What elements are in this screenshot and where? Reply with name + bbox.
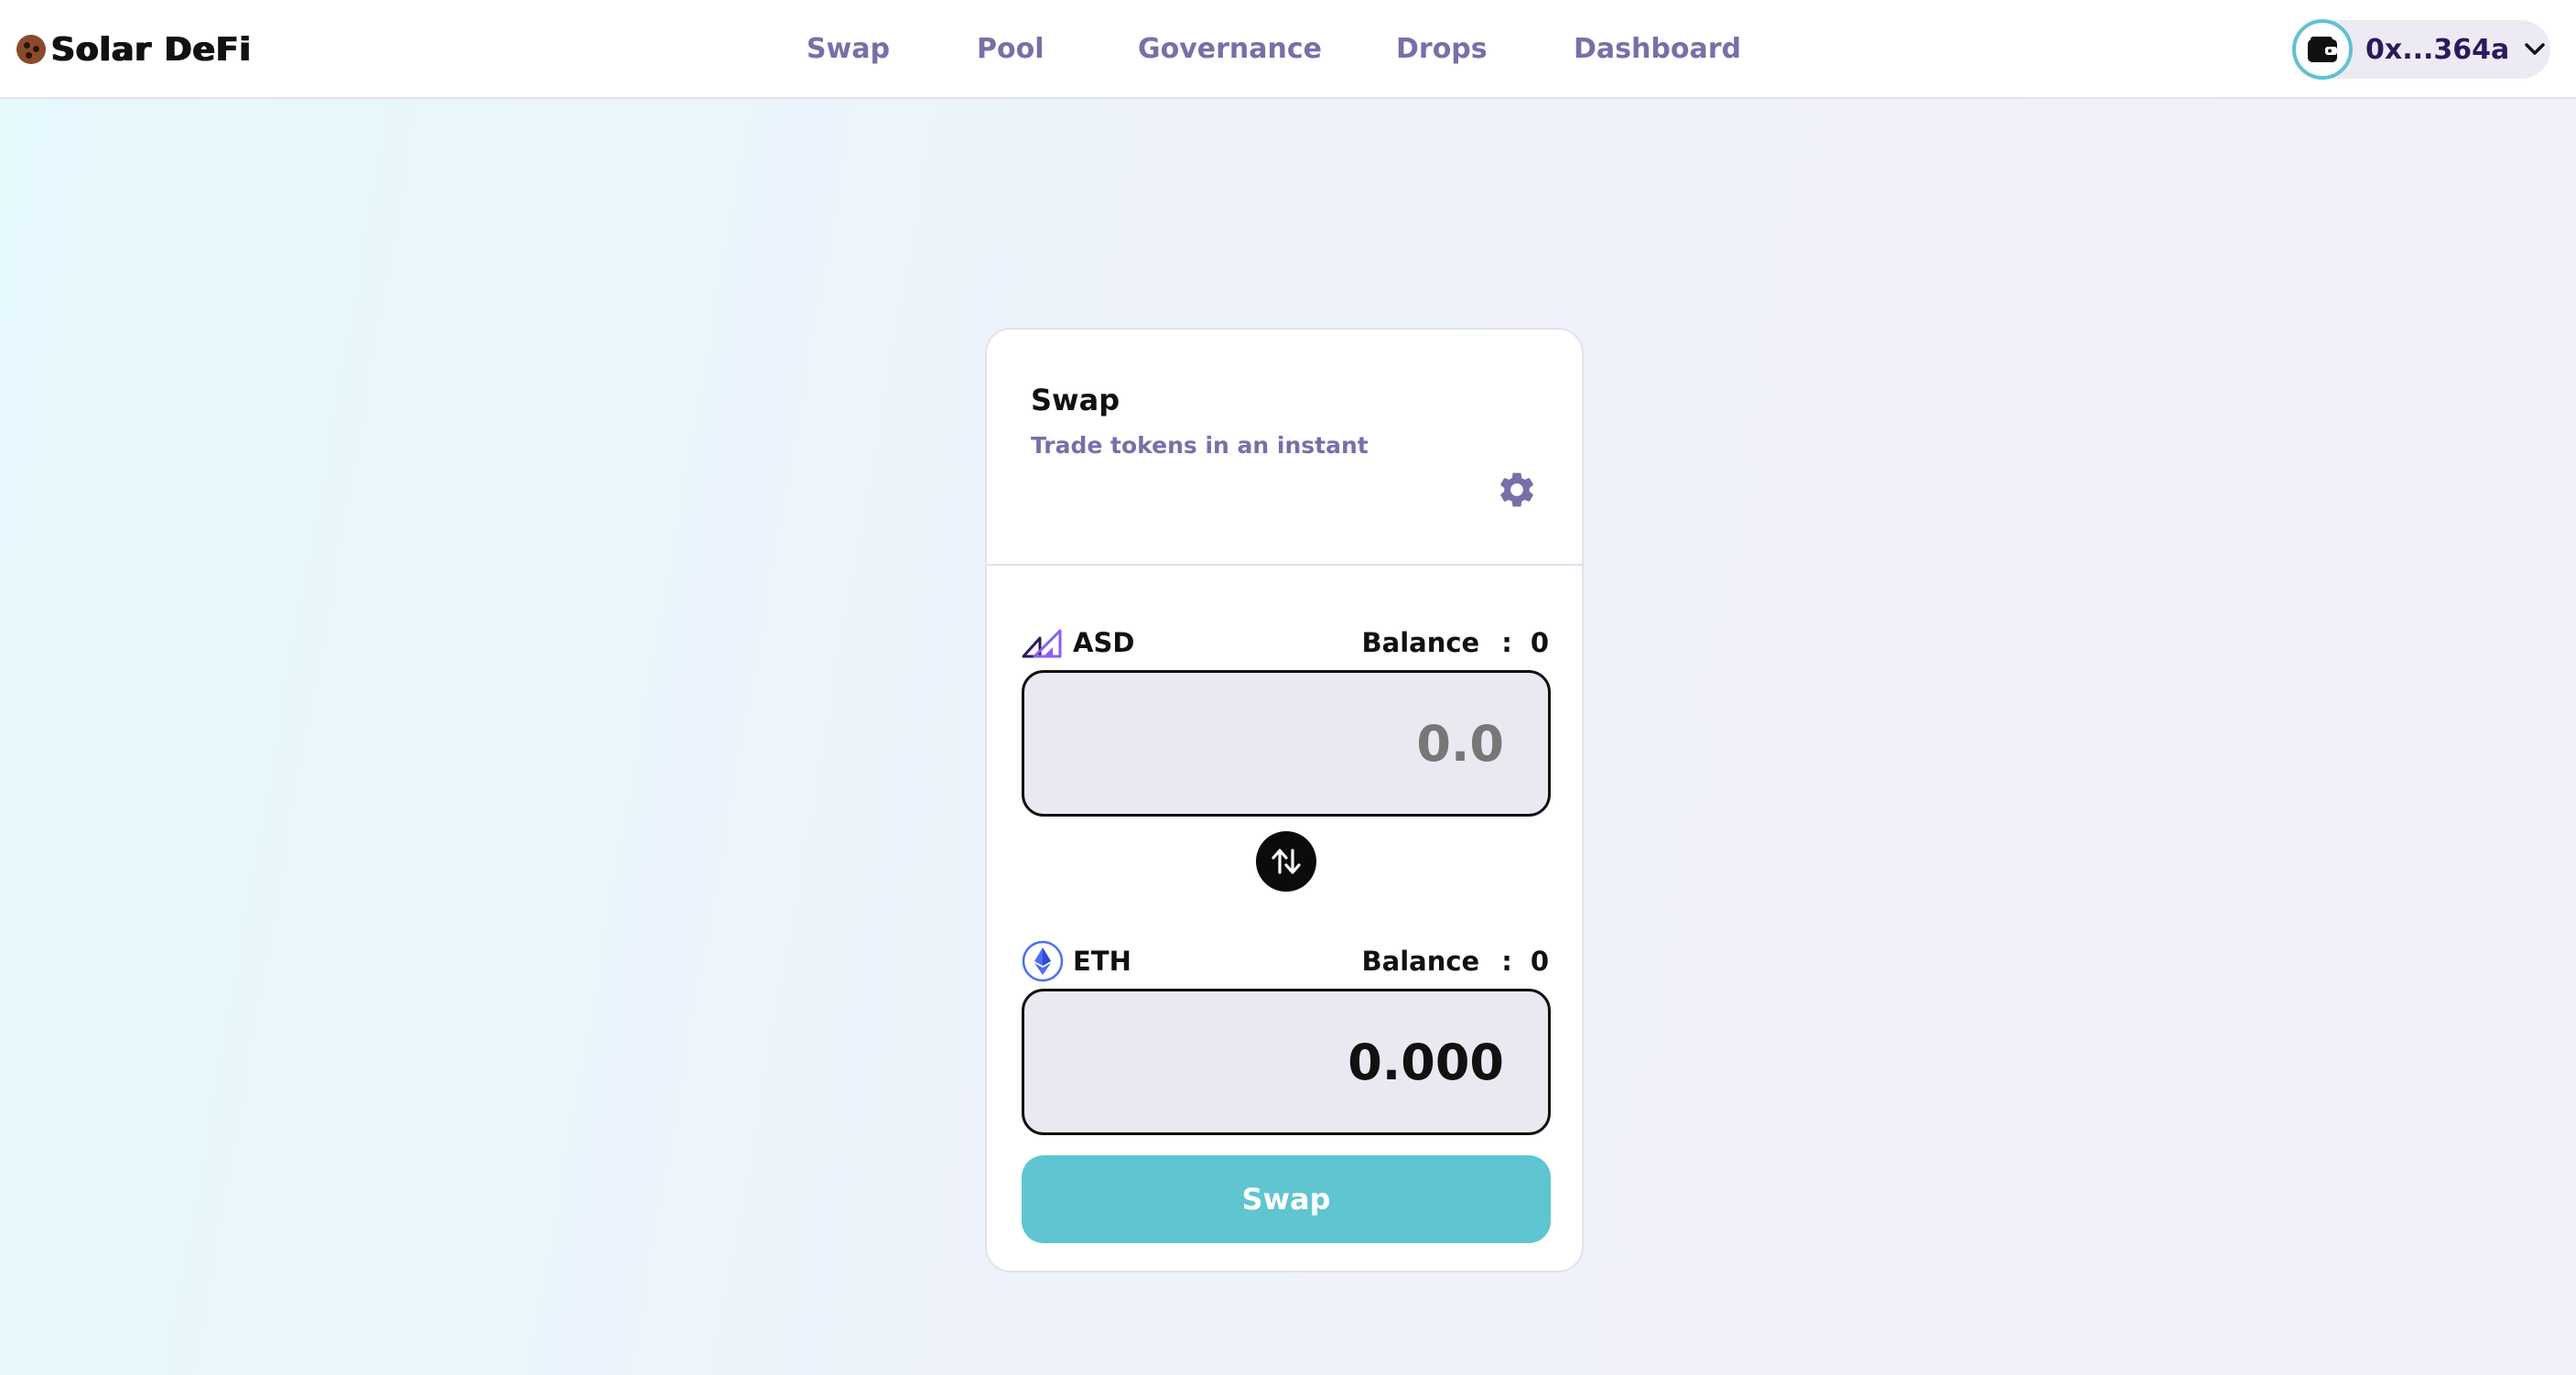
- to-balance-value: 0: [1530, 946, 1549, 977]
- nav-item-drops[interactable]: Drops: [1396, 27, 1488, 71]
- swap-card-header: Swap Trade tokens in an instant: [987, 330, 1582, 566]
- to-balance: Balance : 0: [1362, 946, 1549, 977]
- wallet-icon: [2292, 19, 2353, 80]
- from-balance-label: Balance: [1361, 627, 1480, 658]
- from-amount-input[interactable]: [1024, 673, 1504, 814]
- nav-item-swap[interactable]: Swap: [806, 27, 890, 71]
- from-token-symbol[interactable]: ASD: [1073, 627, 1134, 658]
- nav-item-pool[interactable]: Pool: [977, 27, 1044, 71]
- to-amount-box: [1022, 989, 1551, 1135]
- wallet-account-button[interactable]: 0x...364a: [2292, 19, 2550, 80]
- main-nav: Swap Pool Governance Drops Dashboard: [0, 0, 2576, 99]
- card-subtitle: Trade tokens in an instant: [1031, 432, 1369, 459]
- nav-item-governance[interactable]: Governance: [1138, 27, 1322, 71]
- from-balance-value: 0: [1530, 627, 1549, 658]
- asd-token-icon: [1022, 622, 1064, 664]
- top-navigation-bar: Solar DeFi Swap Pool Governance Drops Da…: [0, 0, 2576, 99]
- from-balance-separator: :: [1501, 627, 1512, 658]
- wallet-address: 0x...364a: [2365, 33, 2510, 66]
- gear-icon[interactable]: [1496, 469, 1538, 511]
- from-token-row: ASD Balance : 0: [1022, 623, 1549, 663]
- chevron-down-icon: [2524, 42, 2546, 57]
- to-balance-separator: :: [1501, 946, 1512, 977]
- to-balance-label: Balance: [1361, 946, 1480, 977]
- to-amount-input[interactable]: [1024, 991, 1504, 1132]
- from-balance: Balance : 0: [1362, 627, 1549, 658]
- nav-item-dashboard[interactable]: Dashboard: [1574, 27, 1741, 71]
- swap-card: Swap Trade tokens in an instant ASD Bala…: [985, 328, 1584, 1272]
- to-token-row: ETH Balance : 0: [1022, 940, 1549, 982]
- to-token-symbol[interactable]: ETH: [1073, 946, 1131, 977]
- from-amount-box: [1022, 670, 1551, 817]
- eth-token-icon: [1022, 940, 1064, 982]
- swap-arrows-icon[interactable]: [1256, 831, 1316, 892]
- card-title: Swap: [1031, 383, 1120, 417]
- swap-submit-button[interactable]: Swap: [1022, 1155, 1551, 1243]
